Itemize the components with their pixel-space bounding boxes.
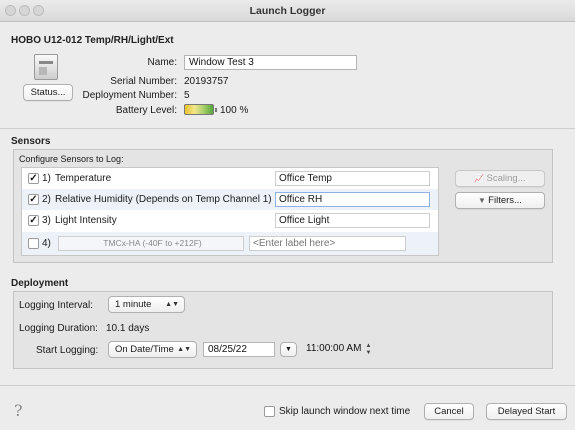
window-title: Launch Logger bbox=[249, 5, 326, 17]
sensor-1-name: Temperature bbox=[55, 173, 112, 184]
sensor-2-name: Relative Humidity (Depends on Temp Chann… bbox=[55, 194, 272, 205]
logger-name-field[interactable]: Window Test 3 bbox=[184, 55, 357, 70]
footer-divider bbox=[0, 385, 575, 386]
sensor-2-label-field[interactable]: Office RH bbox=[275, 192, 430, 207]
sensor-2-number: 2) bbox=[42, 194, 51, 205]
time-stepper-icon[interactable]: ▲ ▼ bbox=[364, 343, 373, 358]
chevron-down-icon: ▼ bbox=[285, 346, 292, 353]
start-logging-label: Start Logging: bbox=[36, 345, 99, 356]
sensor-3-label-field[interactable]: Office Light bbox=[275, 213, 430, 228]
sensor-list: ✓ 1) Temperature Office Temp ✓ 2) Relati… bbox=[21, 167, 439, 256]
deployment-number-label: Deployment Number: bbox=[82, 90, 177, 101]
sensor-row-2: ✓ 2) Relative Humidity (Depends on Temp … bbox=[22, 189, 438, 210]
sensor-2-checkbox[interactable]: ✓ bbox=[28, 194, 39, 205]
logging-interval-label: Logging Interval: bbox=[19, 300, 93, 311]
close-window-icon[interactable] bbox=[5, 5, 16, 16]
sensors-section-title: Sensors bbox=[11, 136, 51, 147]
sensor-4-type-select[interactable]: TMCx-HA (-40F to +212F) bbox=[58, 236, 244, 251]
filters-button[interactable]: ▼ Filters... bbox=[455, 192, 545, 209]
serial-label: Serial Number: bbox=[110, 76, 177, 87]
sensor-1-checkbox[interactable]: ✓ bbox=[28, 173, 39, 184]
start-date-field[interactable]: 08/25/22 bbox=[203, 342, 275, 357]
date-picker-button[interactable]: ▼ bbox=[280, 342, 297, 357]
zoom-window-icon[interactable] bbox=[33, 5, 44, 16]
logging-duration-value: 10.1 days bbox=[106, 323, 150, 334]
delayed-start-button[interactable]: Delayed Start bbox=[486, 403, 567, 420]
filters-button-label: Filters... bbox=[488, 195, 522, 206]
minimize-window-icon[interactable] bbox=[19, 5, 30, 16]
sensor-row-4: 4) TMCx-HA (-40F to +212F) bbox=[22, 232, 438, 255]
funnel-icon: ▼ bbox=[478, 196, 489, 205]
scaling-button-label: Scaling... bbox=[486, 173, 526, 184]
updown-chevron-icon: ▲▼ bbox=[177, 346, 191, 353]
name-label: Name: bbox=[147, 57, 177, 68]
chart-icon: 📈 bbox=[474, 174, 487, 183]
sensor-4-checkbox[interactable] bbox=[28, 238, 39, 249]
battery-icon bbox=[184, 104, 217, 115]
deployment-section-title: Deployment bbox=[11, 278, 69, 289]
skip-launch-label[interactable]: Skip launch window next time bbox=[279, 406, 410, 417]
battery-label: Battery Level: bbox=[115, 105, 177, 116]
sensor-1-number: 1) bbox=[42, 173, 51, 184]
start-mode-value: On Date/Time bbox=[115, 344, 174, 355]
updown-chevron-icon: ▲▼ bbox=[165, 301, 179, 308]
start-time-field[interactable]: 11:00:00 AM bbox=[302, 342, 362, 357]
sensor-row-3: ✓ 3) Light Intensity Office Light bbox=[22, 210, 438, 231]
sensor-4-number: 4) bbox=[42, 238, 51, 249]
battery-value: 100 % bbox=[220, 105, 249, 116]
start-mode-select[interactable]: On Date/Time ▲▼ bbox=[108, 341, 197, 358]
configure-sensors-label: Configure Sensors to Log: bbox=[19, 154, 124, 164]
sensor-3-checkbox[interactable]: ✓ bbox=[28, 215, 39, 226]
logging-interval-select[interactable]: 1 minute ▲▼ bbox=[108, 296, 185, 313]
sensor-3-number: 3) bbox=[42, 215, 51, 226]
skip-launch-checkbox[interactable] bbox=[264, 406, 275, 417]
sensor-3-name: Light Intensity bbox=[55, 215, 117, 226]
sensor-4-label-field[interactable] bbox=[249, 236, 406, 251]
logger-device-icon bbox=[34, 54, 58, 80]
logging-duration-label: Logging Duration: bbox=[19, 323, 98, 334]
sensor-row-1: ✓ 1) Temperature Office Temp bbox=[22, 168, 438, 189]
serial-value: 20193757 bbox=[184, 76, 229, 87]
sensor-1-label-field[interactable]: Office Temp bbox=[275, 171, 430, 186]
window-titlebar: Launch Logger bbox=[0, 0, 575, 22]
logging-interval-value: 1 minute bbox=[115, 299, 152, 310]
help-icon[interactable]: ? bbox=[14, 401, 23, 420]
section-divider bbox=[0, 128, 575, 129]
cancel-button[interactable]: Cancel bbox=[424, 403, 474, 420]
scaling-button[interactable]: 📈 Scaling... bbox=[455, 170, 545, 187]
deployment-number-value: 5 bbox=[184, 90, 190, 101]
device-model: HOBO U12-012 Temp/RH/Light/Ext bbox=[11, 35, 174, 46]
